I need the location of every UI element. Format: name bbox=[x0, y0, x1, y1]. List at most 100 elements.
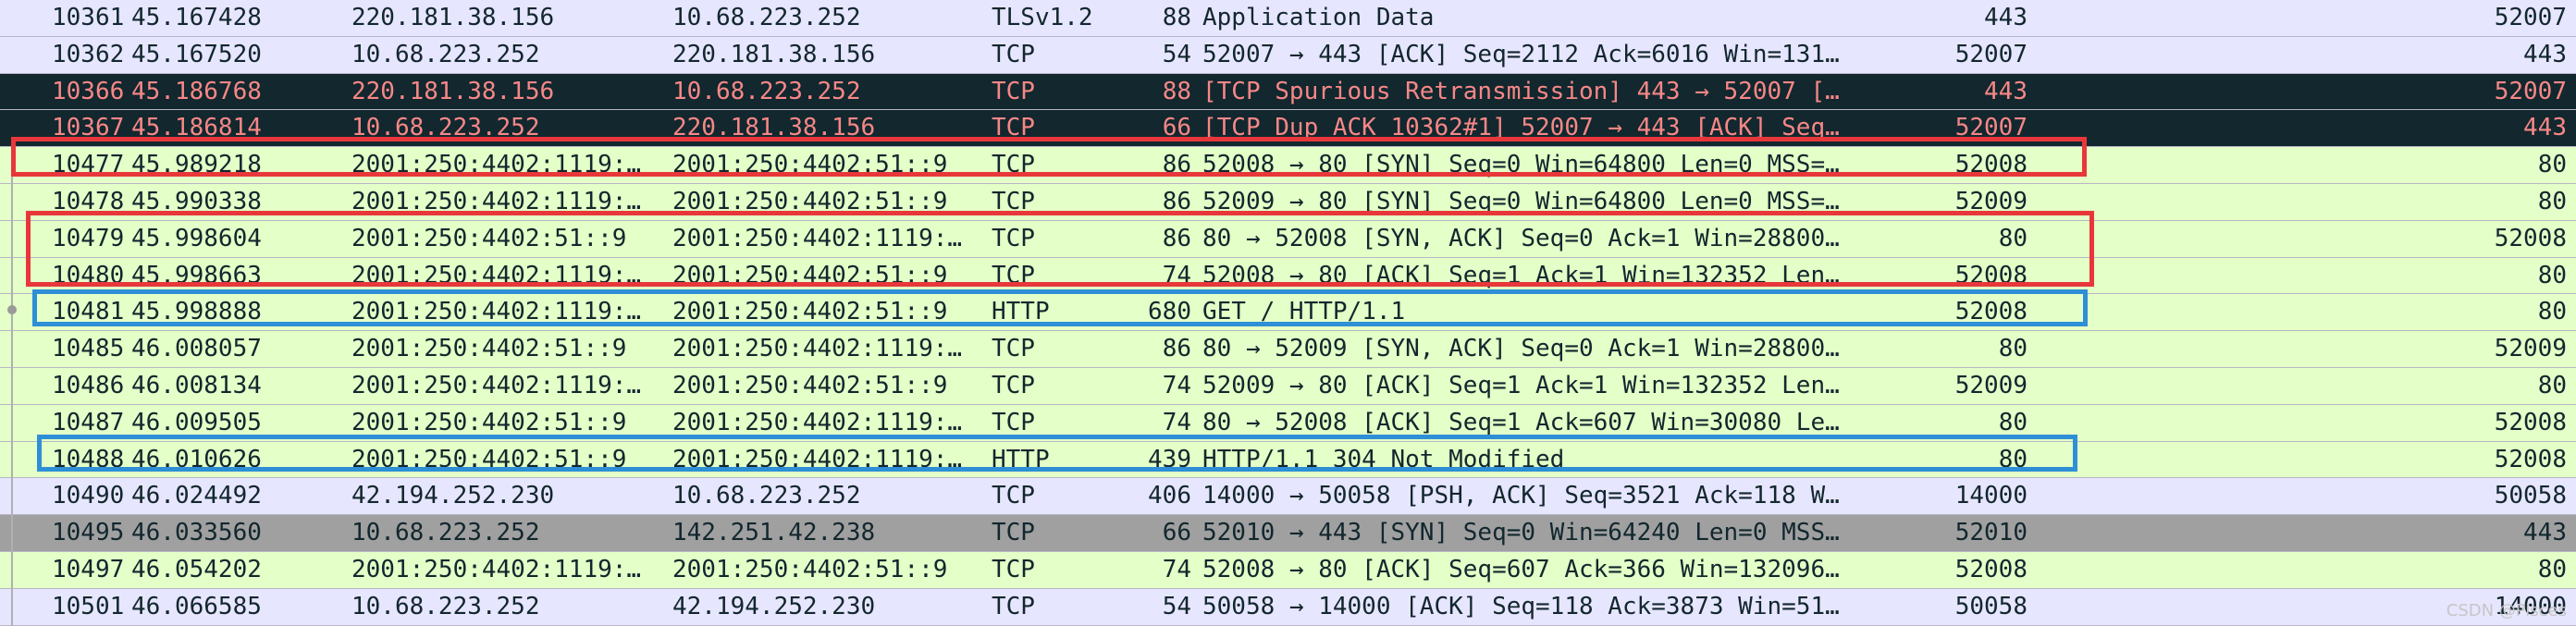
packet-number: 10487 bbox=[52, 408, 125, 436]
packet-destination-port: 80 bbox=[2537, 151, 2567, 179]
packet-time: 46.008057 bbox=[131, 335, 262, 363]
packet-length: 88 bbox=[1162, 77, 1191, 105]
packet-source: 2001:250:4402:51::9 bbox=[351, 224, 627, 252]
packet-row[interactable]: 10486 46.008134 2001:250:4402:1119:… 2001:2… bbox=[0, 368, 2576, 405]
packet-time: 45.998888 bbox=[131, 298, 262, 326]
packet-destination: 2001:250:4402:51::9 bbox=[672, 372, 948, 399]
packet-info: 80 → 52008 [SYN, ACK] Seq=0 Ack=1 Win=28… bbox=[1202, 224, 1840, 252]
packet-row[interactable]: 10478 45.990338 2001:250:4402:1119:… 2001:2… bbox=[0, 184, 2576, 221]
packet-info: 52010 → 443 [SYN] Seq=0 Win=64240 Len=0 … bbox=[1202, 519, 1840, 547]
packet-row[interactable]: 10488 46.010626 2001:250:4402:51::9 2001:25… bbox=[0, 441, 2576, 479]
packet-number: 10477 bbox=[52, 151, 125, 179]
packet-source: 2001:250:4402:1119:… bbox=[351, 151, 642, 179]
packet-length: 74 bbox=[1162, 556, 1191, 583]
packet-row[interactable]: 10479 45.998604 2001:250:4402:51::9 2001:25… bbox=[0, 220, 2576, 258]
packet-info: GET / HTTP/1.1 bbox=[1202, 298, 1406, 326]
packet-length: 86 bbox=[1162, 188, 1191, 215]
packet-length: 406 bbox=[1148, 482, 1191, 510]
packet-row[interactable]: 10480 45.998663 2001:250:4402:1119:… 2001:2… bbox=[0, 257, 2576, 295]
packet-destination: 2001:250:4402:51::9 bbox=[672, 556, 948, 583]
packet-length: 54 bbox=[1162, 40, 1191, 68]
packet-number: 10485 bbox=[52, 335, 125, 363]
packet-row[interactable]: 10361 45.167428 220.181.38.156 10.68.223.25… bbox=[0, 0, 2576, 37]
packet-info: [TCP Dup ACK 10362#1] 52007 → 443 [ACK] … bbox=[1202, 114, 1840, 142]
packet-source-port: 52010 bbox=[1954, 519, 2028, 547]
packet-destination: 2001:250:4402:51::9 bbox=[672, 298, 948, 326]
packet-number: 10362 bbox=[52, 40, 125, 68]
packet-time: 46.008134 bbox=[131, 372, 262, 399]
packet-row[interactable]: 10481 45.998888 2001:250:4402:1119:… 2001:2… bbox=[0, 294, 2576, 332]
packet-row[interactable]: 10490 46.024492 42.194.252.230 10.68.223.25… bbox=[0, 478, 2576, 516]
packet-source-port: 52009 bbox=[1954, 188, 2028, 215]
conversation-bracket bbox=[11, 165, 13, 626]
packet-time: 45.998604 bbox=[131, 224, 262, 252]
packet-row[interactable]: 10495 46.033560 10.68.223.252 142.251.42.23… bbox=[0, 515, 2576, 552]
packet-number: 10481 bbox=[52, 298, 125, 326]
packet-length: 74 bbox=[1162, 261, 1191, 289]
packet-info: 52007 → 443 [ACK] Seq=2112 Ack=6016 Win=… bbox=[1202, 40, 1840, 68]
packet-destination: 142.251.42.238 bbox=[672, 519, 876, 547]
packet-source-port: 80 bbox=[1998, 335, 2028, 363]
packet-length: 54 bbox=[1162, 592, 1191, 620]
packet-destination: 2001:250:4402:1119:… bbox=[672, 335, 963, 363]
packet-destination-port: 52007 bbox=[2494, 4, 2567, 31]
packet-row[interactable]: 10477 45.989218 2001:250:4402:1119:… 2001:2… bbox=[0, 147, 2576, 184]
packet-row[interactable]: 10501 46.066585 10.68.223.252 42.194.252.23… bbox=[0, 588, 2576, 626]
packet-info: [TCP Spurious Retransmission] 443 → 5200… bbox=[1202, 77, 1840, 105]
packet-number: 10488 bbox=[52, 445, 125, 473]
packet-destination: 2001:250:4402:51::9 bbox=[672, 188, 948, 215]
packet-source: 2001:250:4402:1119:… bbox=[351, 556, 642, 583]
packet-length: 86 bbox=[1162, 224, 1191, 252]
packet-info: HTTP/1.1 304 Not Modified bbox=[1202, 445, 1565, 473]
packet-info: 52009 → 80 [ACK] Seq=1 Ack=1 Win=132352 … bbox=[1202, 372, 1840, 399]
packet-source: 2001:250:4402:1119:… bbox=[351, 261, 642, 289]
packet-source: 10.68.223.252 bbox=[351, 114, 540, 142]
packet-source-port: 52008 bbox=[1954, 151, 2028, 179]
packet-length: 88 bbox=[1162, 4, 1191, 31]
packet-source-port: 443 bbox=[1984, 4, 2028, 31]
packet-number: 10478 bbox=[52, 188, 125, 215]
packet-destination: 2001:250:4402:1119:… bbox=[672, 224, 963, 252]
packet-row[interactable]: 10367 45.186814 10.68.223.252 220.181.38.15… bbox=[0, 110, 2576, 148]
packet-time: 46.033560 bbox=[131, 519, 262, 547]
packet-source: 42.194.252.230 bbox=[351, 482, 555, 510]
packet-source-port: 80 bbox=[1998, 445, 2028, 473]
packet-row[interactable]: 10497 46.054202 2001:250:4402:1119:… 2001:2… bbox=[0, 552, 2576, 589]
packet-destination-port: 52009 bbox=[2494, 335, 2567, 363]
packet-row[interactable]: 10362 45.167520 10.68.223.252 220.181.38.15… bbox=[0, 36, 2576, 74]
packet-source: 2001:250:4402:51::9 bbox=[351, 408, 627, 436]
packet-source: 220.181.38.156 bbox=[351, 77, 555, 105]
packet-destination-port: 80 bbox=[2537, 556, 2567, 583]
packet-time: 45.167428 bbox=[131, 4, 262, 31]
packet-row[interactable]: 10485 46.008057 2001:250:4402:51::9 2001:25… bbox=[0, 331, 2576, 368]
packet-number: 10367 bbox=[52, 114, 125, 142]
packet-number: 10486 bbox=[52, 372, 125, 399]
packet-length: 86 bbox=[1162, 151, 1191, 179]
packet-source-port: 443 bbox=[1984, 77, 2028, 105]
packet-info: 52009 → 80 [SYN] Seq=0 Win=64800 Len=0 M… bbox=[1202, 188, 1840, 215]
packet-source: 2001:250:4402:51::9 bbox=[351, 445, 627, 473]
packet-destination-port: 80 bbox=[2537, 372, 2567, 399]
packet-row[interactable]: 10487 46.009505 2001:250:4402:51::9 2001:25… bbox=[0, 404, 2576, 442]
packet-source: 2001:250:4402:1119:… bbox=[351, 188, 642, 215]
packet-destination-port: 443 bbox=[2523, 40, 2567, 68]
packet-source-port: 50058 bbox=[1954, 592, 2028, 620]
packet-number: 10479 bbox=[52, 224, 125, 252]
packet-source-port: 52007 bbox=[1954, 40, 2028, 68]
packet-time: 45.990338 bbox=[131, 188, 262, 215]
packet-number: 10480 bbox=[52, 261, 125, 289]
packet-length: 66 bbox=[1162, 519, 1191, 547]
packet-destination: 10.68.223.252 bbox=[672, 482, 861, 510]
packet-info: 80 → 52008 [ACK] Seq=1 Ack=607 Win=30080… bbox=[1202, 408, 1840, 436]
packet-info: 52008 → 80 [ACK] Seq=1 Ack=1 Win=132352 … bbox=[1202, 261, 1840, 289]
packet-destination: 2001:250:4402:51::9 bbox=[672, 261, 948, 289]
packet-source: 10.68.223.252 bbox=[351, 519, 540, 547]
packet-list[interactable]: 10361 45.167428 220.181.38.156 10.68.223.25… bbox=[0, 0, 2576, 626]
packet-number: 10490 bbox=[52, 482, 125, 510]
packet-source-port: 52007 bbox=[1954, 114, 2028, 142]
packet-destination: 2001:250:4402:1119:… bbox=[672, 445, 963, 473]
packet-destination-port: 80 bbox=[2537, 261, 2567, 289]
packet-info: 50058 → 14000 [ACK] Seq=118 Ack=3873 Win… bbox=[1202, 592, 1840, 620]
packet-source: 2001:250:4402:51::9 bbox=[351, 335, 627, 363]
packet-row[interactable]: 10366 45.186768 220.181.38.156 10.68.223.25… bbox=[0, 73, 2576, 111]
